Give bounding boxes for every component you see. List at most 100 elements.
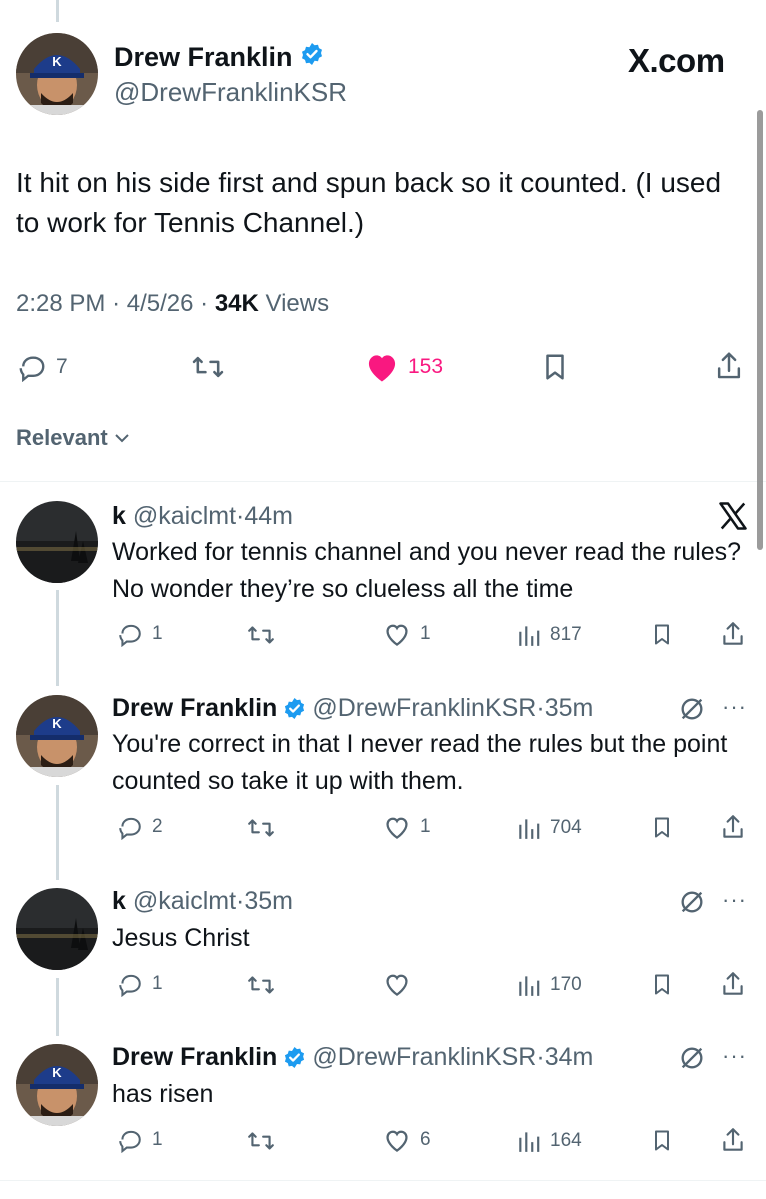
bookmark-button[interactable] — [650, 621, 674, 648]
retweet-icon — [248, 1132, 274, 1150]
author-avatar[interactable]: K — [16, 1044, 98, 1126]
bookmark-icon — [655, 974, 669, 995]
reply-handle[interactable]: @kaiclmt — [133, 887, 236, 915]
bookmark-button[interactable] — [650, 971, 674, 998]
scrollbar[interactable] — [757, 110, 763, 550]
reply-button[interactable]: 1 — [116, 621, 163, 647]
reply-handle[interactable]: @DrewFranklinKSR — [312, 694, 536, 722]
bookmark-button[interactable] — [650, 1127, 674, 1154]
reply-icon — [119, 817, 141, 840]
views-button[interactable]: 704 — [516, 815, 582, 841]
like-button[interactable]: 1 — [382, 814, 431, 840]
retweet-button[interactable] — [246, 623, 276, 647]
reply-handle[interactable]: @kaiclmt — [133, 502, 236, 530]
reply-icon — [119, 1130, 141, 1153]
author-handle[interactable]: @DrewFranklinKSR — [114, 77, 347, 108]
reply-author-name[interactable]: k — [112, 887, 126, 915]
reply-count: 1 — [152, 973, 163, 994]
reply-button[interactable]: 1 — [116, 1127, 163, 1153]
views-chart-icon — [519, 626, 540, 646]
share-button[interactable] — [720, 813, 746, 841]
site-label: X.com — [628, 42, 725, 79]
author-avatar[interactable]: K — [16, 695, 98, 777]
grok-icon[interactable] — [678, 695, 706, 728]
reply-icon — [119, 974, 141, 997]
like-button[interactable]: 153 — [364, 351, 443, 383]
grok-icon[interactable] — [678, 1044, 706, 1077]
reply-time[interactable]: 44m — [244, 502, 293, 530]
retweet-button[interactable] — [190, 353, 226, 381]
reply-icon — [19, 356, 45, 382]
views-chart-icon — [519, 976, 540, 996]
tweet-text: It hit on his side first and spun back s… — [16, 167, 722, 238]
bookmark-icon — [655, 817, 669, 838]
retweet-icon — [248, 626, 274, 644]
retweet-icon — [192, 356, 224, 378]
retweet-icon — [248, 976, 274, 994]
verified-badge-icon — [285, 697, 305, 720]
views-count: 170 — [550, 974, 582, 995]
reply-count: 1 — [152, 623, 163, 644]
reply-time[interactable]: 35m — [244, 887, 293, 915]
retweet-button[interactable] — [246, 816, 276, 840]
views-button[interactable]: 164 — [516, 1128, 582, 1154]
avatar-k[interactable] — [16, 888, 98, 970]
more-options-icon[interactable]: ··· — [722, 887, 747, 913]
author-avatar[interactable]: K — [16, 33, 98, 115]
reply-text: You're correct in that I never read the … — [112, 730, 728, 795]
chevron-down-icon — [115, 434, 129, 443]
reply-handle[interactable]: @DrewFranklinKSR — [312, 1043, 536, 1071]
reply-time[interactable]: 34m — [545, 1043, 594, 1071]
grok-icon[interactable] — [678, 888, 706, 921]
tweet-meta: 2:28 PM · 4/5/26 · 34K Views — [16, 290, 330, 317]
views-chart-icon — [519, 1132, 540, 1152]
share-button[interactable] — [720, 970, 746, 998]
reply-header: k @kaiclmt·44m — [112, 502, 293, 530]
reply-button[interactable]: 1 — [116, 971, 163, 997]
verified-badge-icon — [300, 42, 324, 73]
share-button[interactable] — [714, 350, 744, 382]
bookmark-button[interactable] — [540, 352, 570, 382]
thread-line — [56, 978, 59, 1036]
reply-time[interactable]: 35m — [545, 694, 594, 722]
author-name-row: Drew Franklin — [114, 42, 324, 73]
bookmark-button[interactable] — [650, 814, 674, 841]
like-button[interactable] — [382, 971, 420, 997]
reply-author-name[interactable]: k — [112, 502, 126, 530]
more-options-icon[interactable]: ··· — [722, 694, 747, 720]
share-icon — [723, 1128, 743, 1151]
reply-button[interactable]: 2 — [116, 814, 163, 840]
views-count: 817 — [550, 624, 582, 645]
share-button[interactable] — [720, 620, 746, 648]
reply-author-name[interactable]: Drew Franklin — [112, 1043, 277, 1072]
views-chart-icon — [519, 819, 540, 839]
views-button[interactable]: 170 — [516, 972, 582, 998]
reply-icon — [119, 624, 141, 647]
reply-header: Drew Franklin @DrewFranklinKSR·35m — [112, 694, 594, 723]
bookmark-icon — [655, 624, 669, 645]
more-options-icon[interactable]: ··· — [722, 1043, 747, 1069]
like-count: 6 — [420, 1129, 431, 1150]
thread-line — [56, 590, 59, 686]
sort-dropdown[interactable]: Relevant — [16, 425, 130, 451]
author-name[interactable]: Drew Franklin — [114, 42, 293, 73]
heart-icon — [386, 974, 408, 996]
like-button[interactable]: 1 — [382, 621, 431, 647]
like-button[interactable]: 6 — [382, 1127, 431, 1153]
retweet-button[interactable] — [246, 973, 276, 997]
tweet-time[interactable]: 2:28 PM — [16, 290, 105, 317]
tweet-date[interactable]: 4/5/26 — [127, 290, 194, 317]
like-count: 153 — [408, 355, 444, 378]
retweet-button[interactable] — [246, 1129, 276, 1153]
verified-badge-icon — [285, 1046, 305, 1069]
reply-count: 7 — [56, 355, 68, 378]
divider — [0, 1180, 766, 1181]
views-button[interactable]: 817 — [516, 622, 582, 648]
heart-icon — [386, 1130, 408, 1152]
share-button[interactable] — [720, 1126, 746, 1154]
x-logo-icon — [718, 502, 748, 535]
avatar-k[interactable] — [16, 501, 98, 583]
views-count: 704 — [550, 817, 582, 838]
reply-button[interactable]: 7 — [16, 352, 68, 382]
reply-author-name[interactable]: Drew Franklin — [112, 694, 277, 723]
